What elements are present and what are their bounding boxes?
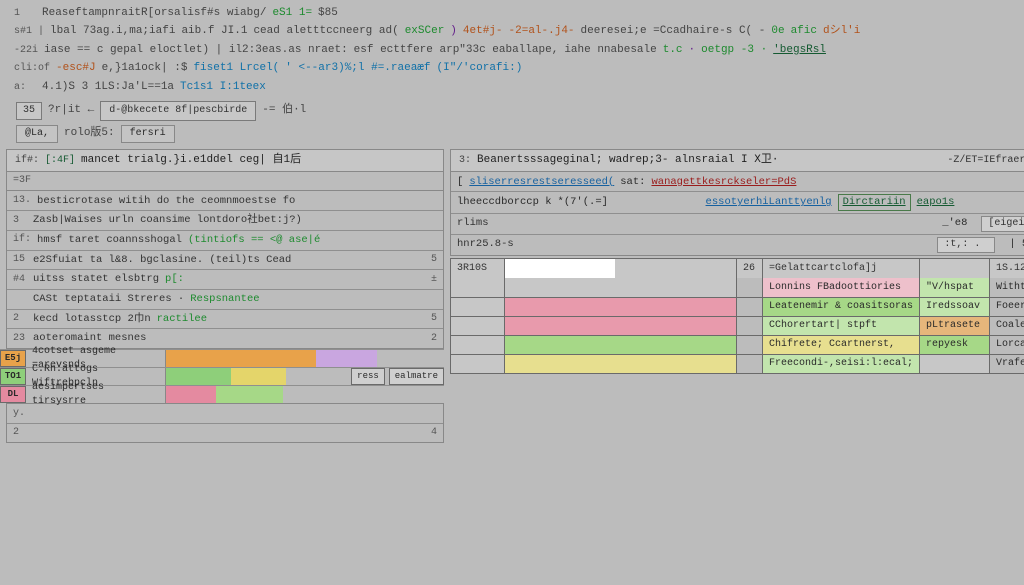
list-item[interactable]: 15e2Sfuiat ta l&8. bgclasine. (teil)ts C…	[7, 250, 443, 270]
code-line-1: 1 ReaseftampnraitR[orsalisf#s wiabg/ eS1…	[14, 6, 1014, 21]
table-row[interactable]: Chifrete; Ccartnerst,repyeskLorcainre	[451, 335, 1024, 354]
right-links-row: [ sliserresrestseresseed( sat: wanagettk…	[451, 172, 1024, 191]
right-table: 3R10S 26 =Gelattcartclofa]j 1S.12A1 Lonn…	[450, 258, 1024, 374]
right-pane-header[interactable]: 3: Beanertsssageginal; wadrep;3- alnsrai…	[450, 149, 1024, 172]
tab-fersri[interactable]: fersri	[121, 125, 175, 143]
list-item[interactable]: if:hmsf taret coannsshogal(tintiofs == <…	[7, 230, 443, 250]
list-item[interactable]: CASt teptataii Streres ·Respsnantee	[7, 289, 443, 309]
code-line-5: a: 4.1)S 3 1LS:Ja'L==1a Tc1s1 I:1teex	[14, 80, 1014, 95]
link-a[interactable]: sliserresrestseresseed(	[469, 175, 614, 190]
tab-gut[interactable]: @La,	[16, 125, 58, 143]
table-head: 3R10S 26 =Gelattcartclofa]j 1S.12A1	[451, 259, 1024, 278]
kv-field-0[interactable]: [eigeit	[981, 216, 1024, 232]
list-item[interactable]: 13.besticrotase witih do the ceomnmoests…	[7, 191, 443, 210]
table-row[interactable]: CChorertart| stpftpLtraseteCoalesermsalr…	[451, 316, 1024, 335]
kv-field-1[interactable]: :t,: .	[937, 237, 995, 253]
table-row[interactable]: Freecondi-,seisi:l:ecal;Vrafeenrse	[451, 354, 1024, 373]
perf-bar-row[interactable]: DLaesimpertses tirsysrre	[0, 385, 444, 403]
filter-input[interactable]: d-@bkecete 8f|pescbirde	[100, 101, 256, 121]
filter-gut-box[interactable]: 35	[16, 102, 42, 120]
list-item[interactable]: #4uitss statet elsbtrgp[:±	[7, 269, 443, 289]
link-b[interactable]: wanagettkesrckseler=PdS	[651, 175, 796, 190]
code-line-4: cli:of -esc#J e,}1a1ock| :$ fiset1 Lrcel…	[14, 61, 1014, 76]
code-line-2: s#1 | lbal 73ag.i,ma;iafi aib.f JI.1 cea…	[14, 24, 1014, 39]
table-row[interactable]: Leatenemir & coasitsorasIredssoavFoeerre	[451, 297, 1024, 316]
left-pane-header[interactable]: if#: [:4F] mancet trialg.}i.e1ddel ceg| …	[6, 149, 444, 172]
section-tabs: @La, rolo版5: fersri	[16, 125, 1014, 143]
list-item[interactable]: 2kecd lotasstcp 2巾nractilee5	[7, 309, 443, 329]
left-pane: if#: [:4F] mancet trialg.}i.e1ddel ceg| …	[6, 149, 444, 443]
filter-row: 35 ?r|it ← d-@bkecete 8f|pescbirde -= 伯·…	[16, 101, 1014, 121]
code-line-3: -22i iase == c gepal eloctlet) | il2:3ea…	[14, 43, 1014, 58]
right-pane: 3: Beanertsssageginal; wadrep;3- alnsrai…	[450, 149, 1024, 374]
list-item[interactable]: 3Zasb|Waises urln coansime lontdoro社bet:…	[7, 210, 443, 230]
code-editor-region: 1 ReaseftampnraitR[orsalisf#s wiabg/ eS1…	[0, 0, 1024, 149]
table-row[interactable]: Lonnins FBadoottiories"V/hspatWithtegco:…	[451, 278, 1024, 297]
